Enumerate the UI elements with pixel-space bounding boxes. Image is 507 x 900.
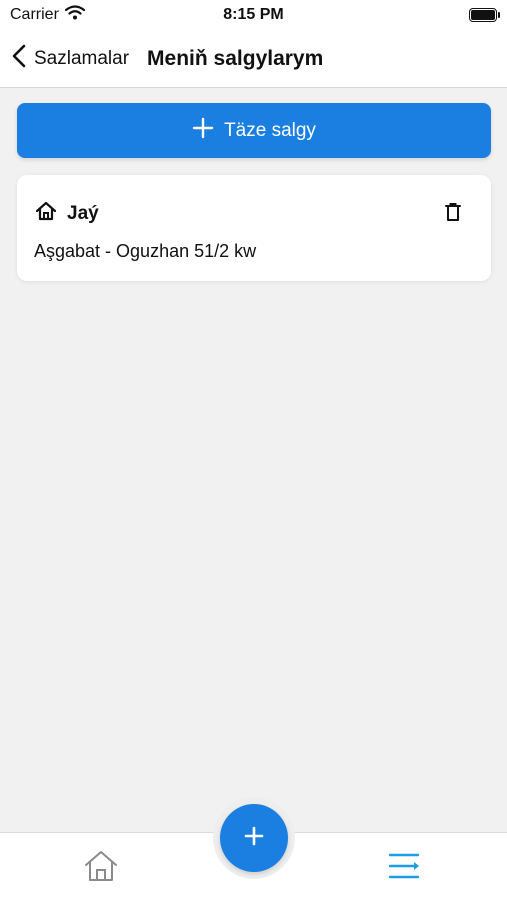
address-name: Jaý — [67, 202, 99, 224]
plus-icon — [244, 826, 264, 851]
list-icon — [388, 853, 422, 885]
back-button[interactable]: Sazlamalar — [0, 44, 129, 73]
carrier-label: Carrier — [10, 6, 59, 23]
wifi-icon — [64, 5, 85, 25]
battery-icon — [469, 8, 500, 22]
tab-add-button[interactable] — [220, 804, 288, 872]
address-card[interactable]: Jaý Aşgabat - Oguzhan 51/2 kw — [17, 175, 491, 281]
status-left: Carrier — [10, 5, 85, 25]
trash-icon — [445, 203, 461, 226]
tab-home[interactable] — [83, 849, 119, 888]
add-address-label: Täze salgy — [224, 119, 316, 141]
delete-address-button[interactable] — [445, 202, 461, 227]
tab-list[interactable] — [388, 851, 422, 886]
chevron-left-icon — [12, 44, 26, 73]
back-label: Sazlamalar — [34, 47, 130, 69]
status-bar: Carrier 8:15 PM — [0, 0, 507, 30]
address-card-header: Jaý — [35, 201, 99, 226]
add-address-button[interactable]: Täze salgy — [17, 103, 491, 158]
nav-bar: Sazlamalar Meniň salgylarym — [0, 30, 507, 88]
page-title: Meniň salgylarym — [147, 46, 324, 70]
address-text: Aşgabat - Oguzhan 51/2 kw — [34, 241, 257, 261]
home-icon — [83, 851, 119, 887]
home-icon — [35, 201, 57, 226]
plus-icon — [192, 117, 214, 145]
